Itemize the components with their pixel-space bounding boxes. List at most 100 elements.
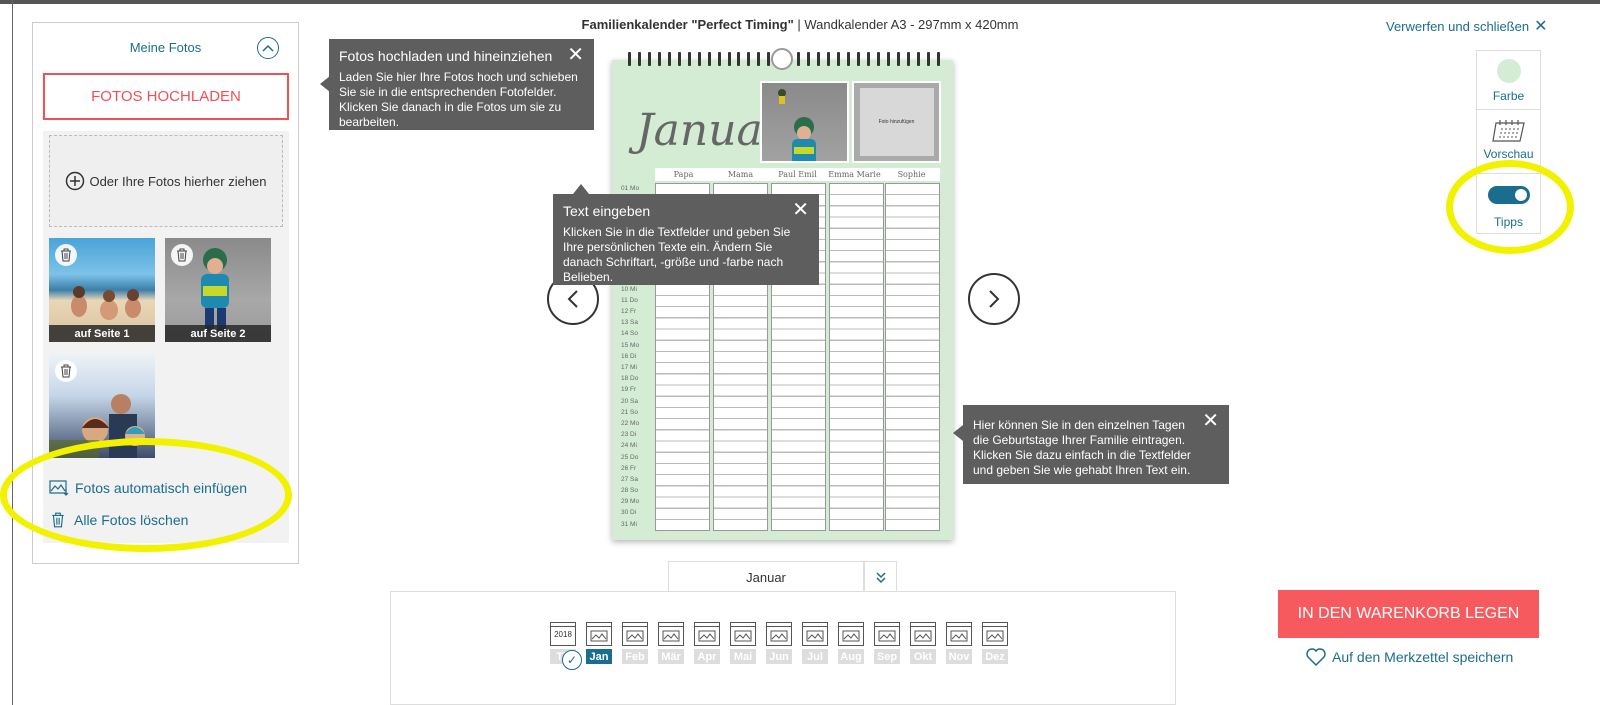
delete-all-photos-link[interactable]: Alle Fotos löschen — [51, 512, 188, 528]
upload-tip: Fotos hochladen und hineinziehen Laden S… — [329, 39, 594, 130]
trash-icon — [177, 248, 187, 262]
delete-photo-button[interactable] — [171, 244, 193, 266]
calendar-photo-slot[interactable] — [760, 81, 849, 163]
upload-tip-body: Laden Sie hier Ihre Fotos hoch und schie… — [339, 70, 578, 129]
preview-tool[interactable]: Vorschau — [1477, 117, 1540, 169]
page-thumb[interactable]: Jan — [586, 622, 612, 664]
column-header[interactable]: Papa — [655, 168, 712, 181]
binding-ring — [628, 52, 631, 66]
day-label: 12 Fr — [621, 308, 637, 316]
binding-ring — [757, 52, 761, 66]
image-icon — [838, 622, 864, 646]
birthday-column[interactable] — [885, 183, 940, 531]
discard-and-close-link[interactable]: Verwerfen und schließen ✕ — [1386, 16, 1548, 36]
page-thumb[interactable]: Feb — [622, 622, 648, 664]
page-thumb[interactable]: Apr — [694, 622, 720, 664]
binding-ring — [827, 52, 831, 66]
expand-months-button[interactable] — [864, 561, 897, 593]
image-icon — [910, 622, 936, 646]
check-icon: ✓ — [562, 650, 582, 670]
binding-ring — [936, 52, 940, 66]
color-tool[interactable]: Farbe — [1477, 59, 1540, 107]
next-page-button[interactable] — [968, 273, 1020, 325]
image-auto-icon — [49, 480, 69, 496]
page-label: Aug — [838, 649, 864, 664]
day-label: 24 Mi — [621, 442, 637, 450]
column-header[interactable]: Sophie — [883, 168, 940, 181]
tip-pointer — [573, 184, 589, 194]
binding-ring — [687, 52, 691, 66]
binding-ring — [657, 52, 661, 66]
photo-usage-caption: auf Seite 1 — [49, 325, 155, 342]
binding-ring — [767, 52, 771, 66]
photo-thumbnail[interactable] — [49, 354, 155, 458]
photo-dropzone[interactable]: Oder Ihre Fotos hierher ziehen — [49, 135, 283, 227]
tool-bar: Farbe Vorschau Tipps — [1476, 50, 1541, 234]
image-icon — [730, 622, 756, 646]
binding-ring — [727, 52, 731, 66]
image-icon — [874, 622, 900, 646]
birthday-column[interactable] — [829, 183, 884, 531]
column-header[interactable]: Emma Marie — [826, 168, 883, 181]
day-label: 26 Fr — [621, 464, 637, 472]
column-header[interactable]: Mama — [712, 168, 769, 181]
binding-ring — [747, 52, 751, 66]
calendar-photo-slot-empty[interactable]: Foto hinzufügen — [852, 81, 941, 163]
close-tip-button[interactable]: ✕ — [792, 200, 809, 220]
binding-ring — [817, 52, 821, 66]
binding-ring — [896, 52, 900, 66]
color-swatch — [1496, 59, 1521, 83]
page-thumb[interactable]: Okt — [910, 622, 936, 664]
page-title: Familienkalender "Perfect Timing" | Wand… — [581, 17, 1019, 32]
tool-divider — [1477, 109, 1540, 110]
photo-thumbnail[interactable]: auf Seite 2 — [165, 238, 271, 342]
current-month-tab[interactable]: Januar — [668, 561, 864, 593]
autofill-photos-link[interactable]: Fotos automatisch einfügen — [49, 480, 247, 496]
page-thumb[interactable]: Jun — [766, 622, 792, 664]
wishlist-label: Auf den Merkzettel speichern — [1332, 649, 1514, 665]
dropzone-label: Oder Ihre Fotos hierher ziehen — [89, 173, 267, 189]
binding-ring — [846, 52, 850, 66]
photo-thumbnail[interactable]: auf Seite 1 — [49, 238, 155, 342]
add-to-cart-button[interactable]: IN DEN WARENKORB LEGEN — [1278, 590, 1539, 638]
binding-ring — [637, 52, 641, 66]
delete-photo-button[interactable] — [55, 244, 77, 266]
page-thumb[interactable]: Sep — [874, 622, 900, 664]
upload-photos-button[interactable]: FOTOS HOCHLADEN — [43, 73, 289, 120]
tips-toggle[interactable] — [1488, 186, 1530, 204]
page-thumb[interactable]: Nov — [946, 622, 972, 664]
page-thumb[interactable]: Aug — [838, 622, 864, 664]
day-label: 17 Mi — [621, 364, 637, 371]
column-header[interactable]: Paul Emil — [769, 168, 826, 181]
page-label: Jun — [766, 649, 792, 664]
day-label: 16 Di — [621, 352, 637, 360]
binding-ring — [837, 52, 841, 66]
day-label: 31 Mi — [621, 520, 637, 528]
binding-ring — [797, 52, 801, 66]
page-thumb[interactable]: Dez — [982, 622, 1008, 664]
close-tip-button[interactable]: ✕ — [1202, 411, 1219, 431]
image-icon — [982, 622, 1008, 646]
binding-ring — [807, 52, 811, 66]
text-tip: Text eingeben Klicken Sie in die Textfel… — [553, 194, 819, 285]
top-bar — [0, 0, 1600, 4]
chevron-right-icon — [989, 290, 1000, 308]
page-thumb[interactable]: Mai — [730, 622, 756, 664]
save-to-wishlist-link[interactable]: Auf den Merkzettel speichern — [1306, 648, 1513, 666]
chevron-left-icon — [567, 290, 578, 308]
page-label: Dez — [982, 649, 1008, 664]
image-icon — [694, 622, 720, 646]
delete-photo-button[interactable] — [55, 360, 77, 382]
text-tip-body: Klicken Sie in die Textfelder und geben … — [563, 225, 791, 284]
page-label: Sep — [874, 649, 900, 664]
day-label: 13 Sa — [621, 319, 638, 327]
day-label: 11 Do — [621, 296, 638, 304]
day-label: 20 Sa — [621, 397, 638, 405]
page-thumb[interactable]: Jul — [802, 622, 828, 664]
page-thumb[interactable]: Mär — [658, 622, 684, 664]
collapse-panel-button[interactable] — [257, 37, 279, 59]
close-tip-button[interactable]: ✕ — [567, 45, 584, 65]
page-label: Jul — [802, 649, 828, 664]
day-label: 28 So — [621, 487, 638, 495]
image-icon — [766, 622, 792, 646]
